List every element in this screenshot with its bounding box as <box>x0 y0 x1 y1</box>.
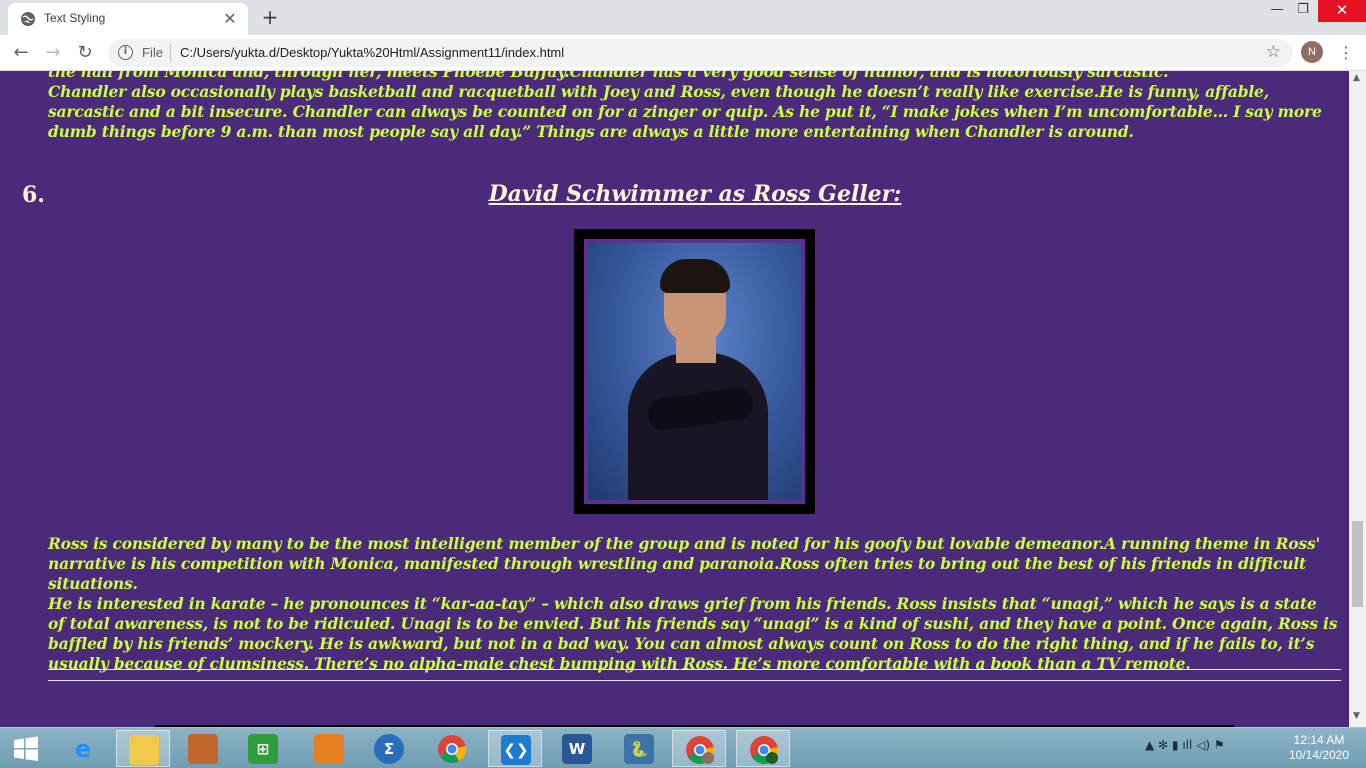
horizontal-rule <box>48 680 1341 681</box>
vertical-scrollbar[interactable]: ▲ ▼ <box>1349 71 1366 727</box>
ross-paragraph: Ross is considered by many to be the mos… <box>48 534 1338 674</box>
scroll-up-icon[interactable]: ▲ <box>1353 73 1360 83</box>
address-bar[interactable]: i File C:/Users/yukta.d/Desktop/Yukta%20… <box>108 39 1293 67</box>
paragraph-line: He is interested in karate – he pronounc… <box>48 594 1338 673</box>
word-icon[interactable]: W <box>550 730 604 767</box>
close-window-button[interactable]: ✕ <box>1318 0 1366 22</box>
paragraph-line: Ross is considered by many to be the mos… <box>48 534 1321 593</box>
tab-close-icon[interactable]: ✕ <box>220 9 240 29</box>
info-icon[interactable]: i <box>118 45 133 60</box>
profile-avatar[interactable]: N <box>1301 41 1323 63</box>
clock-time: 12:14 AM <box>1293 733 1345 747</box>
forward-button[interactable]: → <box>40 40 66 66</box>
bookmark-star-icon[interactable]: ☆ <box>1266 42 1281 62</box>
browser-menu-icon[interactable]: ⋮ <box>1336 40 1356 66</box>
ross-geller-photo <box>574 229 815 514</box>
math-icon[interactable]: Σ <box>362 730 416 767</box>
photo-figure <box>628 353 768 500</box>
scrollbar-thumb[interactable] <box>1352 521 1363 607</box>
vscode-icon[interactable]: ❮❯ <box>488 730 542 767</box>
scroll-down-icon[interactable]: ▼ <box>1353 711 1360 721</box>
office-icon[interactable] <box>302 730 356 767</box>
chrome-n-icon[interactable] <box>672 730 726 767</box>
page-content[interactable]: the hall from Monica and, through her, m… <box>0 71 1349 727</box>
chandler-paragraph: the hall from Monica and, through her, m… <box>48 71 1338 142</box>
reload-button[interactable]: ↻ <box>72 40 98 66</box>
windows-start-icon[interactable] <box>4 731 48 767</box>
globe-icon <box>21 12 35 26</box>
tab-title: Text Styling <box>44 11 106 25</box>
ie-icon[interactable]: e <box>56 730 110 767</box>
media-icon[interactable] <box>176 730 230 767</box>
tab-strip: Text Styling ✕ + — ❐ ✕ <box>0 0 1366 35</box>
system-tray[interactable]: ▲ ✻ ▮ ıll ◁) ⚑ <box>1145 738 1225 752</box>
browser-toolbar: ← → ↻ i File C:/Users/yukta.d/Desktop/Yu… <box>0 35 1366 71</box>
windows-taskbar: e ⊞ Σ ❮❯ W 🐍 ▲ ✻ ▮ ıll ◁) ⚑ 12:14 AM 10/… <box>0 727 1366 768</box>
horizontal-rule <box>48 669 1341 670</box>
taskbar-clock[interactable]: 12:14 AM 10/14/2020 <box>1284 733 1354 763</box>
clock-date: 10/14/2020 <box>1288 748 1350 762</box>
maximize-button[interactable]: ❐ <box>1288 0 1318 22</box>
url-text[interactable]: C:/Users/yukta.d/Desktop/Yukta%20Html/As… <box>180 45 564 60</box>
back-button[interactable]: ← <box>8 40 34 66</box>
chrome-icon[interactable] <box>425 730 479 767</box>
divider <box>170 44 171 62</box>
chrome-y-icon[interactable] <box>736 730 790 767</box>
paragraph-line: Chandler also occasionally plays basketb… <box>48 82 1322 141</box>
section-heading: David Schwimmer as Ross Geller: <box>488 181 902 207</box>
store-icon[interactable]: ⊞ <box>236 730 290 767</box>
url-scheme: File <box>142 45 163 60</box>
file-explorer-icon[interactable] <box>116 730 170 767</box>
tab-text-styling[interactable]: Text Styling ✕ <box>8 3 248 35</box>
python-icon[interactable]: 🐍 <box>612 730 666 767</box>
new-tab-button[interactable]: + <box>258 6 282 30</box>
paragraph-line: the hall from Monica and, through her, m… <box>48 71 1169 81</box>
photo-image <box>584 239 805 504</box>
